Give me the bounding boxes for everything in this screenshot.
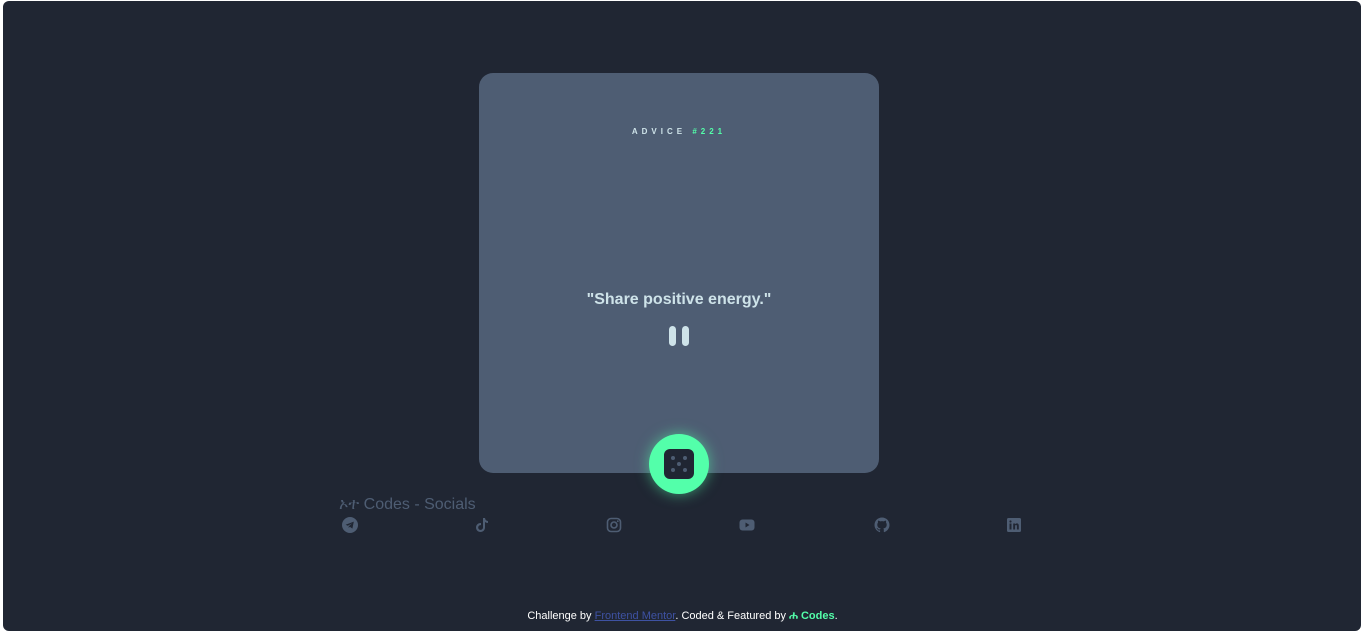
advice-heading: ADVICE #221 bbox=[479, 127, 879, 136]
footer-prefix: Challenge by bbox=[527, 610, 595, 622]
instagram-icon[interactable] bbox=[606, 517, 622, 533]
advice-quote: "Share positive energy." bbox=[586, 291, 772, 308]
tiktok-icon[interactable] bbox=[474, 517, 490, 533]
generate-advice-button[interactable] bbox=[649, 434, 709, 494]
footer-middle: . Coded & Featured by bbox=[675, 610, 790, 622]
advice-card: ADVICE #221 "Share positive energy." bbox=[479, 73, 879, 494]
footer-brand-logo-icon: ሐ bbox=[789, 610, 798, 622]
frontend-mentor-link[interactable]: Frontend Mentor bbox=[595, 610, 676, 622]
telegram-icon[interactable] bbox=[342, 517, 358, 533]
youtube-icon[interactable] bbox=[739, 517, 755, 533]
linkedin-icon[interactable] bbox=[1006, 517, 1022, 533]
socials-section: ኦተ Codes - Socials bbox=[339, 495, 1039, 537]
advice-label: ADVICE bbox=[631, 127, 687, 136]
github-icon[interactable] bbox=[874, 517, 890, 533]
dice-icon bbox=[664, 449, 694, 479]
pause-divider-icon bbox=[479, 326, 879, 346]
footer-attribution: Challenge by Frontend Mentor. Coded & Fe… bbox=[0, 610, 1365, 623]
footer-brand: Codes bbox=[800, 610, 835, 622]
advice-number: #221 bbox=[692, 127, 727, 136]
footer-suffix: . bbox=[834, 610, 838, 622]
socials-title: ኦተ Codes - Socials bbox=[339, 496, 476, 513]
social-icons-row bbox=[339, 517, 1039, 537]
